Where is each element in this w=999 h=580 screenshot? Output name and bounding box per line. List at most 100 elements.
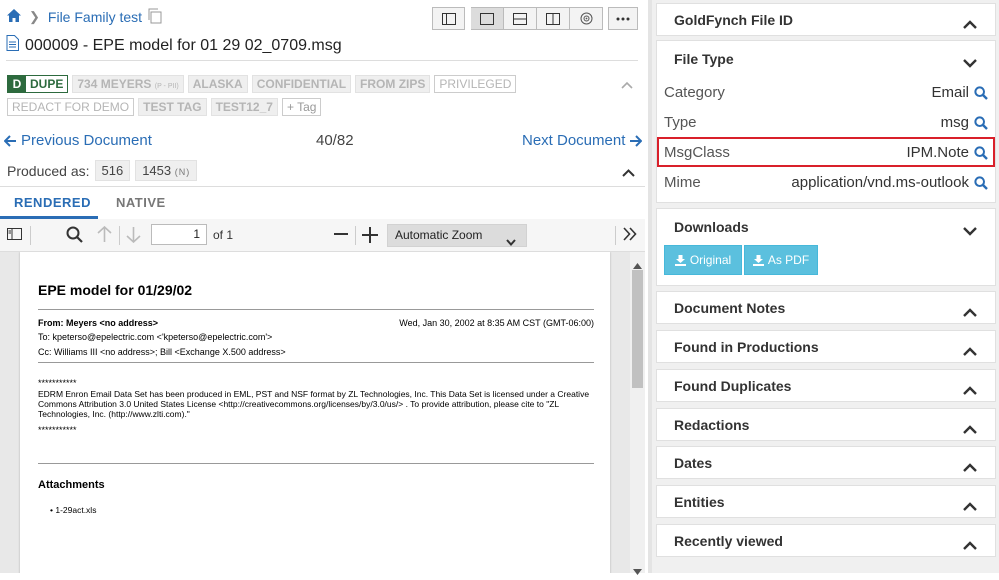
section-title: Document Notes: [674, 300, 786, 316]
download-pdf-button[interactable]: As PDF: [744, 245, 818, 275]
copy-icon[interactable]: [147, 8, 162, 27]
tag-test-tag[interactable]: TEST TAG: [138, 98, 207, 116]
home-icon[interactable]: [7, 9, 21, 25]
page-number-input[interactable]: 1: [151, 224, 207, 245]
production-suffix: (N): [174, 167, 191, 177]
section-recently-viewed[interactable]: Recently viewed: [656, 524, 996, 557]
chevron-up-icon[interactable]: [963, 382, 977, 400]
section-title: Dates: [674, 455, 713, 471]
email-date: Wed, Jan 30, 2002 at 8:35 AM CST (GMT-06…: [399, 318, 594, 328]
breadcrumb-folder-link[interactable]: File Family test: [48, 9, 142, 25]
zoom-value: Automatic Zoom: [395, 228, 483, 242]
download-original-label: Original: [689, 253, 732, 267]
section-goldfynch-id[interactable]: GoldFynch File ID: [656, 3, 996, 36]
zoom-select[interactable]: Automatic Zoom: [387, 224, 527, 247]
search-icon[interactable]: [974, 146, 988, 165]
chevron-down-icon[interactable]: [963, 55, 977, 73]
chevron-up-icon[interactable]: [963, 343, 977, 361]
production-number-2[interactable]: 1453 (N): [135, 160, 198, 181]
zoom-out-icon[interactable]: [334, 227, 348, 246]
row-value: IPM.Note: [906, 144, 969, 161]
tag-redact-for-demo[interactable]: REDACT FOR DEMO: [7, 98, 135, 116]
layout-vertical-split-button[interactable]: [537, 7, 570, 30]
add-tag-button[interactable]: + Tag: [281, 98, 322, 116]
section-found-in-productions[interactable]: Found in Productions: [656, 330, 996, 363]
more-options-button[interactable]: [608, 7, 638, 30]
tag-test12-7[interactable]: TEST12_7: [210, 98, 278, 116]
layout-settings-button[interactable]: [570, 7, 603, 30]
next-document-link[interactable]: Next Document: [522, 132, 643, 149]
attachment-name: 1-29act.xls: [55, 505, 97, 515]
section-found-duplicates[interactable]: Found Duplicates: [656, 369, 996, 402]
stars-top: ***********: [38, 378, 77, 388]
breadcrumb-separator-icon: ❯: [29, 9, 40, 24]
layout-sidebar-button[interactable]: [432, 7, 465, 30]
search-icon[interactable]: [974, 176, 988, 195]
chevron-up-icon[interactable]: [963, 498, 977, 516]
tab-rendered[interactable]: RENDERED: [14, 195, 91, 210]
next-page-arrow-down-icon[interactable]: [126, 226, 141, 248]
download-original-button[interactable]: Original: [664, 245, 742, 275]
chevron-up-icon[interactable]: [963, 16, 977, 34]
sidebar-toggle-icon[interactable]: [7, 227, 22, 246]
search-icon[interactable]: [974, 116, 988, 135]
previous-page-arrow-up-icon[interactable]: [97, 225, 112, 248]
chevron-up-icon[interactable]: [963, 459, 977, 477]
pdf-scrollbar[interactable]: [630, 252, 645, 575]
section-dates[interactable]: Dates: [656, 446, 996, 479]
section-document-notes[interactable]: Document Notes: [656, 291, 996, 324]
download-pdf-label: As PDF: [767, 253, 810, 267]
row-key: Mime: [664, 174, 701, 191]
layout-single-button[interactable]: [471, 7, 504, 30]
tag-734-meyers[interactable]: 734 MEYERS (P - PII): [72, 75, 184, 93]
horizontal-split-icon: [513, 12, 527, 25]
document-title-text: 000009 - EPE model for 01 29 02_0709.msg: [25, 36, 342, 54]
divider: [6, 60, 638, 61]
section-title: Found Duplicates: [674, 378, 792, 394]
tag-privileged[interactable]: PRIVILEGED: [434, 75, 517, 93]
section-title: Recently viewed: [674, 533, 783, 549]
sidebar-layout-icon: [441, 12, 456, 25]
tag-dupe[interactable]: D DUPE: [7, 75, 69, 93]
scrollbar-thumb[interactable]: [632, 270, 643, 388]
document-counter: 40/82: [316, 132, 354, 149]
file-type-row-category: Category Email: [657, 77, 995, 107]
chevron-down-icon[interactable]: [963, 223, 977, 241]
row-value: Email: [931, 84, 969, 101]
tag-from-zips[interactable]: FROM ZIPS: [355, 75, 431, 93]
section-redactions[interactable]: Redactions: [656, 408, 996, 441]
tag-confidential[interactable]: CONFIDENTIAL: [251, 75, 352, 93]
toolbar-separator: [355, 226, 356, 245]
layout-horizontal-split-button[interactable]: [504, 7, 537, 30]
chevron-up-icon[interactable]: [963, 304, 977, 322]
attachment-item[interactable]: • 1-29act.xls: [50, 505, 96, 515]
tab-native[interactable]: NATIVE: [116, 195, 166, 210]
search-icon[interactable]: [974, 86, 988, 105]
target-icon: [580, 12, 592, 25]
produced-as: Produced as: 516 1453 (N): [7, 160, 198, 181]
pdf-viewer: EPE model for 01/29/02 From: Meyers <no …: [0, 252, 630, 573]
rule: [38, 309, 594, 310]
production-number-1[interactable]: 516: [94, 160, 131, 181]
search-icon[interactable]: [66, 226, 83, 248]
attachments-heading: Attachments: [38, 479, 105, 491]
previous-document-link[interactable]: Previous Document: [4, 132, 152, 149]
scroll-down-icon[interactable]: [633, 562, 642, 580]
row-key: MsgClass: [664, 144, 730, 161]
ellipsis-icon: [616, 17, 630, 20]
section-entities[interactable]: Entities: [656, 485, 996, 518]
section-title: Entities: [674, 494, 725, 510]
add-tag-label: Tag: [297, 100, 317, 114]
tag-list: D DUPE 734 MEYERS (P - PII) ALASKA CONFID…: [7, 75, 617, 116]
tag-alaska[interactable]: ALASKA: [187, 75, 248, 93]
chevron-up-icon[interactable]: [963, 537, 977, 555]
zoom-in-icon[interactable]: [362, 227, 378, 248]
collapse-production-chevron-up-icon[interactable]: [622, 164, 635, 182]
chevron-up-icon[interactable]: [963, 421, 977, 439]
tag-suffix: (P - PII): [154, 83, 179, 90]
double-chevron-right-icon[interactable]: [623, 227, 637, 246]
file-type-row-msgclass: MsgClass IPM.Note: [657, 137, 995, 167]
collapse-tags-chevron-up-icon[interactable]: [621, 76, 633, 94]
metadata-panel: GoldFynch File ID File Type Category Ema…: [652, 0, 999, 573]
stars-bottom: ***********: [38, 425, 77, 435]
